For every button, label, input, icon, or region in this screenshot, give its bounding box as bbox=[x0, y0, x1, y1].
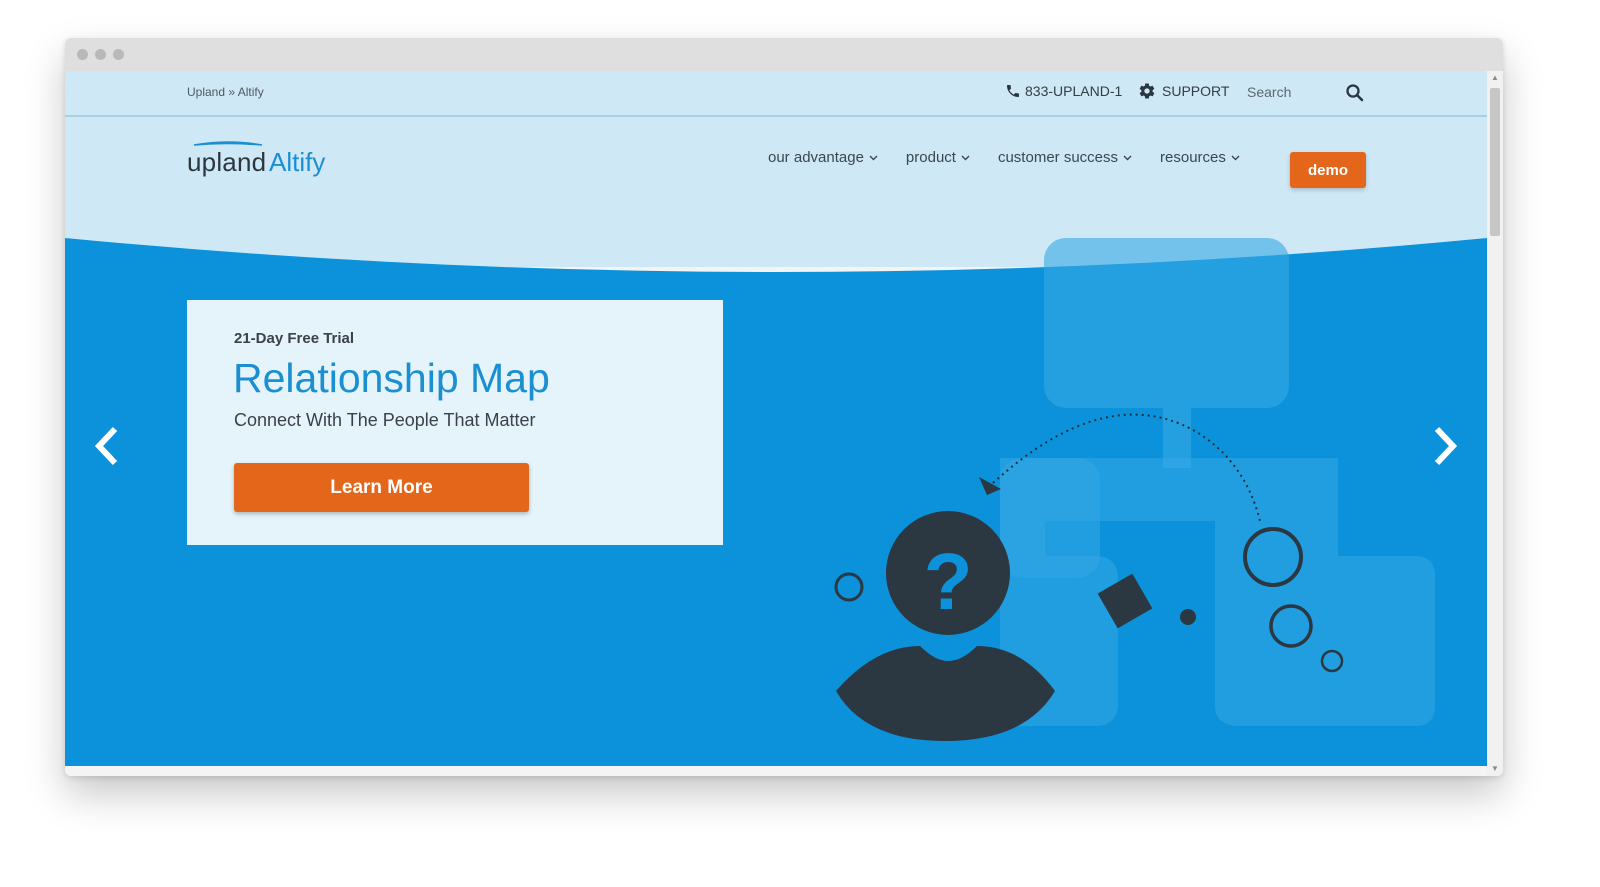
gear-icon bbox=[1139, 83, 1155, 99]
scroll-down-icon[interactable]: ▼ bbox=[1487, 762, 1503, 776]
phone-icon bbox=[1007, 85, 1019, 97]
breadcrumb-home[interactable]: Upland bbox=[187, 85, 225, 99]
breadcrumb: Upland » Altify bbox=[187, 85, 264, 99]
breadcrumb-separator: » bbox=[228, 85, 236, 99]
main-nav: our advantage product customer success r… bbox=[768, 149, 1268, 166]
phone-number: 833-UPLAND-1 bbox=[1025, 83, 1123, 99]
nav-product[interactable]: product bbox=[906, 149, 970, 166]
nav-label: customer success bbox=[997, 149, 1119, 166]
hero-title: Relationship Map bbox=[233, 355, 550, 401]
search-input[interactable] bbox=[1242, 80, 1348, 104]
chevron-down-icon bbox=[961, 155, 970, 160]
chevron-down-icon bbox=[1231, 155, 1240, 160]
nav-label: resources bbox=[1160, 149, 1226, 166]
window-minimize-dot[interactable] bbox=[95, 49, 106, 60]
nav-resources[interactable]: resources bbox=[1160, 149, 1240, 166]
nav-customer-success[interactable]: customer success bbox=[998, 149, 1132, 166]
scroll-up-icon[interactable]: ▲ bbox=[1487, 71, 1503, 85]
page-scrollbar[interactable]: ▲ ▼ bbox=[1487, 71, 1503, 776]
hero-eyebrow: 21-Day Free Trial bbox=[234, 330, 355, 347]
support-label: SUPPORT bbox=[1162, 83, 1230, 99]
search-button[interactable] bbox=[1343, 81, 1367, 105]
chevron-right-icon bbox=[1434, 426, 1458, 466]
carousel-next-button[interactable] bbox=[1425, 421, 1465, 471]
nav-our-advantage[interactable]: our advantage bbox=[768, 149, 878, 166]
chevron-down-icon bbox=[1123, 155, 1132, 160]
chevron-left-icon bbox=[94, 426, 118, 466]
support-link[interactable]: SUPPORT bbox=[1138, 82, 1229, 100]
logo-brand: upland bbox=[187, 147, 267, 177]
svg-text:?: ? bbox=[924, 537, 973, 626]
breadcrumb-current: Altify bbox=[237, 85, 264, 99]
logo-product: Altify bbox=[269, 147, 326, 177]
nav-label: our advantage bbox=[768, 149, 864, 166]
window-close-dot[interactable] bbox=[77, 49, 88, 60]
browser-window: Upland » Altify 833-UPLAND-1 SUPPORT Sea… bbox=[65, 38, 1503, 776]
hero-carousel: ? 21-Day Free Trial Relationship Map Con… bbox=[65, 221, 1487, 766]
next-section bbox=[65, 766, 1487, 776]
window-maximize-dot[interactable] bbox=[113, 49, 124, 60]
carousel-prev-button[interactable] bbox=[89, 421, 129, 471]
page-viewport: Upland » Altify 833-UPLAND-1 SUPPORT Sea… bbox=[65, 71, 1487, 776]
learn-more-button[interactable]: Learn More bbox=[234, 463, 529, 512]
hero-card: 21-Day Free Trial Relationship Map Conne… bbox=[187, 300, 723, 545]
scrollbar-thumb[interactable] bbox=[1490, 88, 1500, 236]
nav-label: product bbox=[905, 149, 956, 166]
hero-subtitle: Connect With The People That Matter bbox=[234, 410, 536, 430]
demo-button[interactable]: demo bbox=[1290, 152, 1366, 188]
search-icon bbox=[1346, 84, 1364, 102]
window-titlebar bbox=[65, 38, 1503, 71]
chevron-down-icon bbox=[869, 155, 878, 160]
utility-bar: Upland » Altify 833-UPLAND-1 SUPPORT bbox=[65, 71, 1487, 117]
phone-link[interactable]: 833-UPLAND-1 bbox=[1005, 83, 1122, 99]
